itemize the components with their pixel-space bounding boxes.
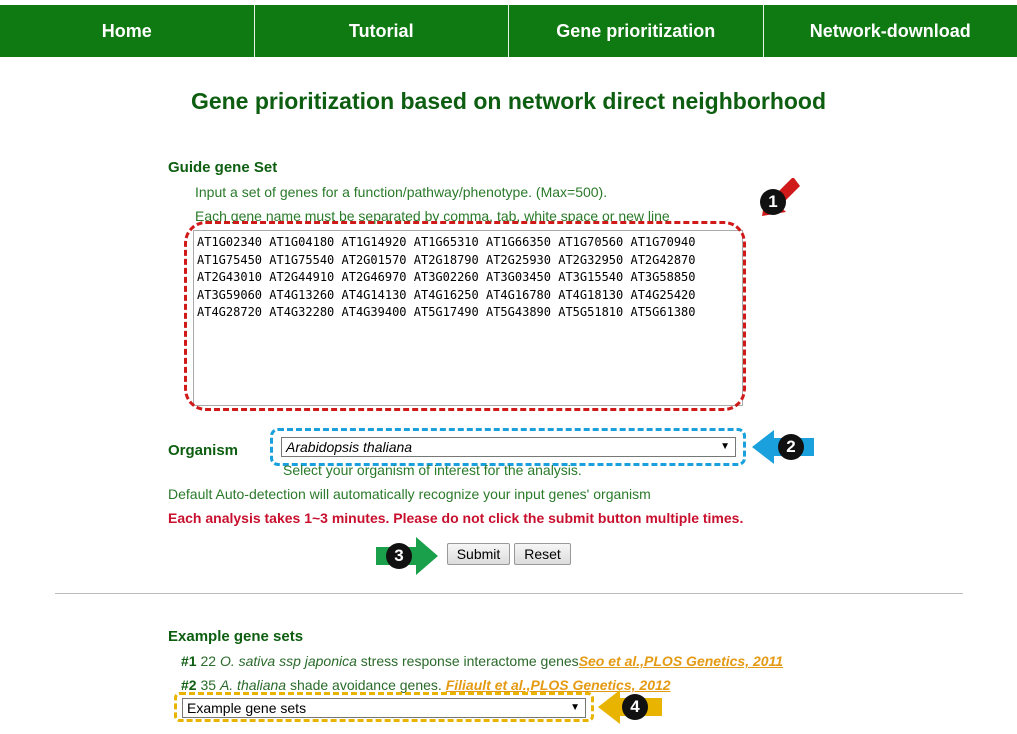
gene-list-textarea[interactable]	[193, 230, 743, 406]
examples-heading: Example gene sets	[168, 628, 304, 645]
example-2-species: A. thaliana	[219, 677, 287, 693]
example-sets-select[interactable]: Example gene sets ▼	[182, 698, 586, 718]
example-1-count: 22	[200, 653, 217, 669]
nav-home[interactable]: Home	[0, 5, 255, 57]
annotation-badge-1: 1	[760, 189, 786, 215]
nav-tutorial[interactable]: Tutorial	[255, 5, 509, 57]
warning-text: Each analysis takes 1~3 minutes. Please …	[168, 510, 744, 526]
example-2-num: #2	[181, 677, 197, 693]
reset-button[interactable]: Reset	[514, 543, 571, 565]
nav-network-download[interactable]: Network-download	[764, 5, 1017, 57]
example-2-count: 35	[200, 677, 217, 693]
organism-selected-value: Arabidopsis thaliana	[286, 439, 413, 455]
organism-hint: Select your organism of interest for the…	[283, 462, 582, 478]
guide-set-heading: Guide gene Set	[168, 159, 278, 176]
annotation-badge-4: 4	[622, 694, 648, 720]
example-sets-selected-value: Example gene sets	[187, 700, 307, 716]
page-title: Gene prioritization based on network dir…	[190, 88, 827, 114]
top-nav: Home Tutorial Gene prioritization Networ…	[0, 5, 1017, 57]
dropdown-caret-icon: ▼	[570, 702, 580, 713]
dropdown-caret-icon: ▼	[720, 441, 730, 452]
example-2-desc: shade avoidance genes.	[290, 677, 442, 693]
guide-set-instruction-1: Input a set of genes for a function/path…	[195, 184, 608, 200]
example-1-num: #1	[181, 653, 197, 669]
organism-label: Organism	[168, 442, 239, 459]
example-1: #1 22 O. sativa ssp japonica stress resp…	[181, 653, 783, 669]
submit-button[interactable]: Submit	[447, 543, 510, 565]
example-1-desc: stress response interactome genes	[360, 653, 579, 669]
annotation-badge-2: 2	[778, 434, 804, 460]
example-1-species: O. sativa ssp japonica	[219, 653, 357, 669]
annotation-badge-3: 3	[386, 543, 412, 569]
nav-gene-prioritization[interactable]: Gene prioritization	[509, 5, 764, 57]
organism-select[interactable]: Arabidopsis thaliana ▼	[281, 437, 736, 457]
example-1-citation-link[interactable]: Seo et al.,PLOS Genetics, 2011	[579, 653, 783, 669]
section-divider	[55, 593, 963, 594]
auto-detect-note: Default Auto-detection will automaticall…	[168, 486, 651, 502]
guide-set-instruction-2: Each gene name must be separated by comm…	[195, 208, 670, 224]
